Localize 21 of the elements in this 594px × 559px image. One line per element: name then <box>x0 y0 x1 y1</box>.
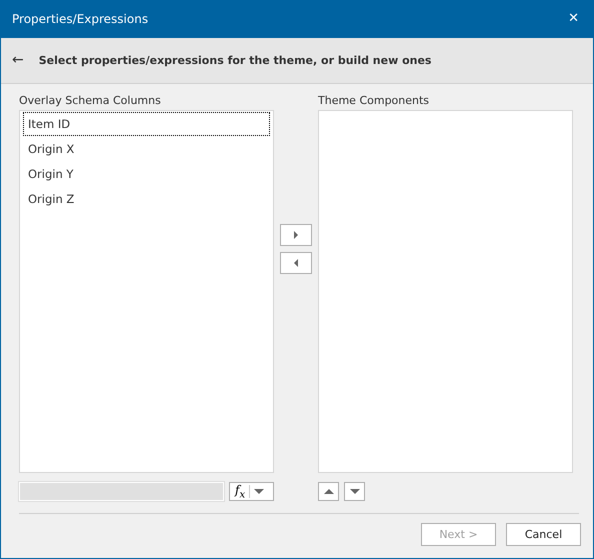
list-label: Overlay Schema Columns <box>19 93 162 109</box>
up-arrow-icon <box>324 488 334 495</box>
move-up-button[interactable] <box>318 482 339 501</box>
right-arrow-icon <box>292 231 300 239</box>
formula-button[interactable]: f$_{x}$ <box>229 482 274 501</box>
list-item[interactable]: Item ID <box>23 112 270 136</box>
down-arrow-icon <box>350 488 360 495</box>
window-title: Properties/Expressions <box>12 12 148 26</box>
remove-button[interactable] <box>280 252 312 274</box>
close-button[interactable]: ✕ <box>566 11 581 26</box>
list-item[interactable]: Origin Y <box>23 162 270 186</box>
left-arrow-icon <box>292 259 300 267</box>
list-item[interactable]: Origin Z <box>23 187 270 211</box>
add-button[interactable] <box>280 224 312 246</box>
back-button[interactable]: ← <box>12 52 24 68</box>
instruction-text: Select properties/expressions for the theme, or build new ones <box>38 54 432 67</box>
dialog-button[interactable]: Cancel <box>506 522 581 546</box>
move-down-button[interactable] <box>344 482 365 501</box>
list-label: Theme Components <box>318 93 430 109</box>
list-item[interactable]: Origin X <box>23 137 270 161</box>
caret-icon <box>254 488 264 495</box>
